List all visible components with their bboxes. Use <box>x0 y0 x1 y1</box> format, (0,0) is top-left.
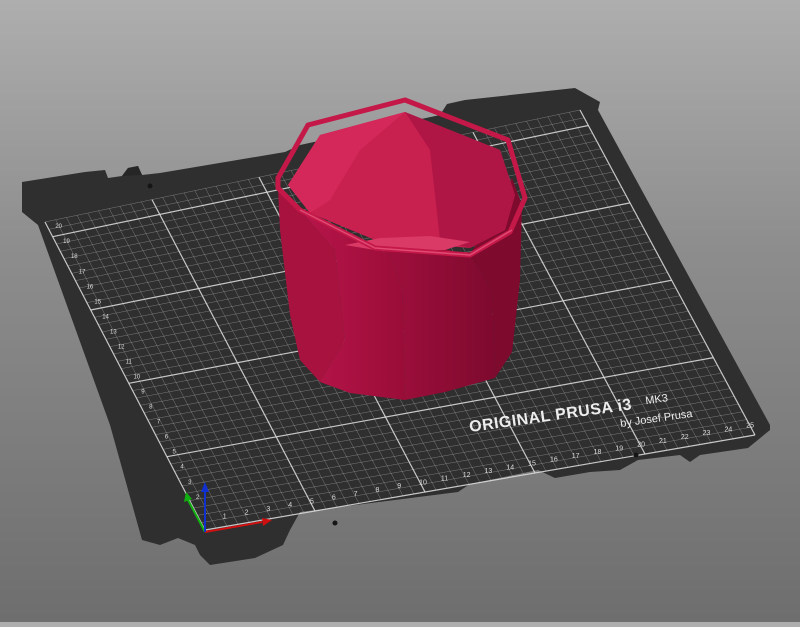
bed-y-scale-label: 11 <box>126 359 133 365</box>
bed-x-scale-label: 2 <box>245 510 249 517</box>
bed-x-scale-label: 22 <box>681 434 689 441</box>
bed-y-scale-label: 18 <box>71 254 78 260</box>
bed-x-scale-label: 14 <box>506 464 514 471</box>
bed-x-scale-label: 1 <box>223 514 227 521</box>
bed-mount-hole <box>633 452 639 458</box>
bed-x-scale-label: 19 <box>615 445 623 452</box>
bed-y-scale-label: 16 <box>87 284 94 290</box>
bed-x-scale-label: 5 <box>310 498 314 505</box>
bed-y-scale-label: 14 <box>102 314 109 320</box>
bed-x-scale-label: 4 <box>288 502 292 509</box>
scene-canvas[interactable]: 1234567891011121314151617181920212223242… <box>0 0 800 622</box>
3d-viewport[interactable]: 1 2 3 4 5 6 7 8 9 10 11 12 13 14 15 16 17 18 19 20 21 22 23 24 2… <box>0 0 800 622</box>
bed-y-scale-label: 13 <box>110 329 117 335</box>
bed-y-scale-label: 17 <box>79 269 86 275</box>
bed-x-scale-label: 11 <box>441 476 448 483</box>
bed-x-scale-label: 10 <box>419 479 427 486</box>
bed-x-scale-label: 21 <box>659 438 667 445</box>
bed-x-scale-label: 7 <box>354 491 358 498</box>
bed-x-scale-label: 6 <box>332 495 336 502</box>
bed-mount-hole <box>147 183 153 189</box>
bed-x-scale-label: 9 <box>397 483 401 490</box>
bed-x-scale-label: 25 <box>746 423 754 430</box>
bed-mount-hole <box>332 520 338 526</box>
bed-x-scale-label: 20 <box>637 442 645 449</box>
bed-x-scale-label: 24 <box>724 426 732 433</box>
bed-x-scale-label: 18 <box>594 449 602 456</box>
bed-x-scale-label: 17 <box>572 453 580 460</box>
bed-y-scale-label: 19 <box>63 239 70 245</box>
bed-x-scale-label: 13 <box>485 468 493 475</box>
bed-y-scale-label: 15 <box>94 299 101 305</box>
bed-y-scale-label: 20 <box>55 224 62 230</box>
bed-x-scale-label: 15 <box>528 460 536 467</box>
bed-y-scale-label: 10 <box>133 375 140 381</box>
bed-rear-notch <box>122 166 142 176</box>
bed-x-scale-label: 12 <box>463 472 471 479</box>
bed-x-scale-label: 8 <box>375 487 379 494</box>
bed-x-scale-label: 16 <box>550 457 558 464</box>
bed-x-scale-label: 23 <box>703 430 711 437</box>
bed-y-scale-label: 12 <box>118 344 125 350</box>
bed-x-scale-label: 3 <box>266 506 270 513</box>
